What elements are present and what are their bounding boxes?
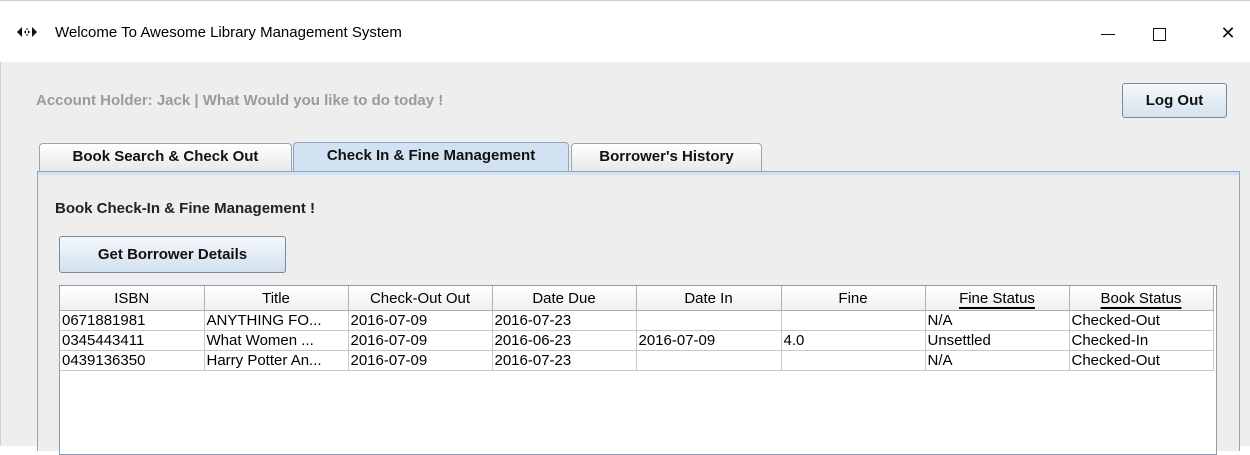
cell-fine bbox=[781, 310, 926, 331]
maximize-button[interactable] bbox=[1136, 13, 1182, 53]
app-icon bbox=[17, 27, 37, 37]
panel-title: Book Check-In & Fine Management ! bbox=[55, 200, 316, 217]
cell-date-due: 2016-07-23 bbox=[492, 310, 637, 331]
tab-panel: Book Check-In & Fine Management ! Get Bo… bbox=[37, 171, 1240, 455]
cell-title: Harry Potter An... bbox=[204, 350, 349, 371]
cell-date-due: 2016-07-23 bbox=[492, 350, 637, 371]
tab-check-in-fine-management[interactable]: Check In & Fine Management bbox=[293, 142, 569, 172]
column-header-date-in[interactable]: Date In bbox=[636, 286, 782, 311]
window-title: Welcome To Awesome Library Management Sy… bbox=[55, 24, 402, 41]
cell-fine-status: N/A bbox=[925, 310, 1070, 331]
minimize-icon bbox=[1101, 33, 1115, 35]
title-bar: Welcome To Awesome Library Management Sy… bbox=[0, 0, 1250, 62]
loans-table[interactable]: ISBN Title Check-Out Out Date Due Date I… bbox=[59, 285, 1217, 455]
cell-fine-status: N/A bbox=[925, 350, 1070, 371]
client-area: Account Holder: Jack | What Would you li… bbox=[0, 62, 1250, 455]
cell-fine bbox=[781, 350, 926, 371]
book-status-header-label: Book Status bbox=[1100, 289, 1182, 307]
column-header-check-out[interactable]: Check-Out Out bbox=[348, 286, 493, 311]
table-header-row: ISBN Title Check-Out Out Date Due Date I… bbox=[60, 286, 1214, 311]
fine-status-header-label: Fine Status bbox=[959, 289, 1035, 307]
column-header-book-status[interactable]: Book Status bbox=[1069, 286, 1214, 311]
table-row[interactable]: 0671881981 ANYTHING FO... 2016-07-09 201… bbox=[60, 310, 1214, 331]
column-header-isbn[interactable]: ISBN bbox=[60, 286, 205, 311]
tab-borrowers-history[interactable]: Borrower's History bbox=[571, 143, 762, 171]
table-row[interactable]: 0345443411 What Women ... 2016-07-09 201… bbox=[60, 330, 1214, 351]
column-header-fine-status[interactable]: Fine Status bbox=[925, 286, 1070, 311]
cell-check-out: 2016-07-09 bbox=[348, 310, 493, 331]
cell-date-in bbox=[636, 350, 782, 371]
minimize-button[interactable] bbox=[1085, 13, 1131, 53]
account-holder-label: Account Holder: Jack | What Would you li… bbox=[36, 92, 444, 109]
close-icon: ✕ bbox=[1220, 23, 1236, 43]
cell-title: What Women ... bbox=[204, 330, 349, 351]
cell-title: ANYTHING FO... bbox=[204, 310, 349, 331]
cell-book-status: Checked-In bbox=[1069, 330, 1214, 351]
cell-fine: 4.0 bbox=[781, 330, 926, 351]
cell-date-in bbox=[636, 310, 782, 331]
cell-check-out: 2016-07-09 bbox=[348, 330, 493, 351]
cell-isbn: 0345443411 bbox=[60, 330, 205, 351]
loans-grid: ISBN Title Check-Out Out Date Due Date I… bbox=[60, 286, 1214, 371]
cell-book-status: Checked-Out bbox=[1069, 310, 1214, 331]
log-out-button[interactable]: Log Out bbox=[1122, 83, 1227, 118]
cell-check-out: 2016-07-09 bbox=[348, 350, 493, 371]
cell-book-status: Checked-Out bbox=[1069, 350, 1214, 371]
cell-isbn: 0671881981 bbox=[60, 310, 205, 331]
cell-date-in: 2016-07-09 bbox=[636, 330, 782, 351]
cell-fine-status: Unsettled bbox=[925, 330, 1070, 351]
maximize-icon bbox=[1152, 27, 1166, 41]
cell-isbn: 0439136350 bbox=[60, 350, 205, 371]
table-row[interactable]: 0439136350 Harry Potter An... 2016-07-09… bbox=[60, 350, 1214, 371]
get-borrower-details-button[interactable]: Get Borrower Details bbox=[59, 236, 286, 273]
column-header-title[interactable]: Title bbox=[204, 286, 349, 311]
column-header-fine[interactable]: Fine bbox=[781, 286, 926, 311]
tab-book-search-check-out[interactable]: Book Search & Check Out bbox=[39, 143, 292, 171]
cell-date-due: 2016-06-23 bbox=[492, 330, 637, 351]
column-header-date-due[interactable]: Date Due bbox=[492, 286, 637, 311]
close-button[interactable]: ✕ bbox=[1205, 13, 1250, 53]
